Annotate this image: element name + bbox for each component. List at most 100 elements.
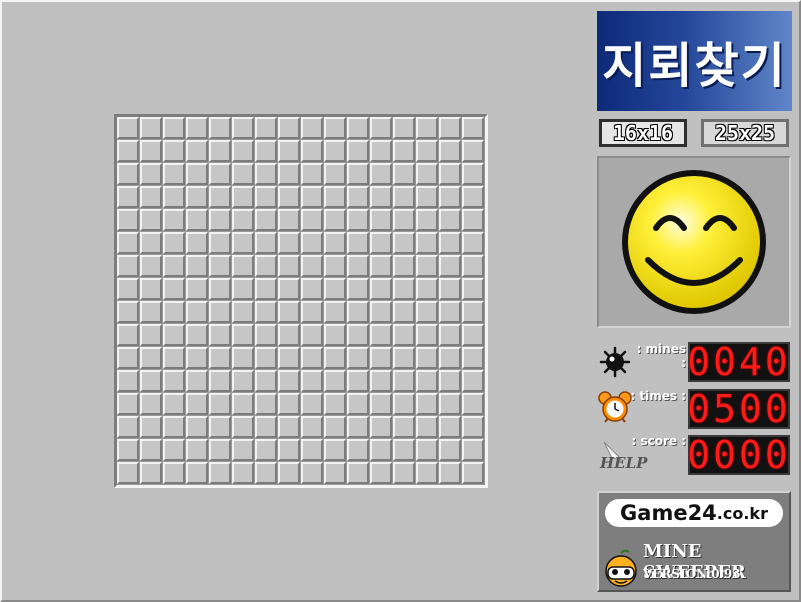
minefield-cell[interactable]: [393, 301, 415, 323]
minefield-cell[interactable]: [347, 416, 369, 438]
minefield-cell[interactable]: [393, 186, 415, 208]
minefield-cell[interactable]: [232, 370, 254, 392]
minefield-cell[interactable]: [186, 209, 208, 231]
minefield-cell[interactable]: [186, 439, 208, 461]
minefield-cell[interactable]: [416, 117, 438, 139]
minefield-cell[interactable]: [439, 255, 461, 277]
minefield-cell[interactable]: [301, 347, 323, 369]
minefield-cell[interactable]: [393, 163, 415, 185]
minefield-cell[interactable]: [416, 439, 438, 461]
minefield-cell[interactable]: [232, 324, 254, 346]
minefield-cell[interactable]: [255, 255, 277, 277]
minefield-cell[interactable]: [301, 370, 323, 392]
minefield-cell[interactable]: [393, 209, 415, 231]
minefield-cell[interactable]: [140, 301, 162, 323]
minefield-cell[interactable]: [117, 117, 139, 139]
minefield-cell[interactable]: [209, 347, 231, 369]
minefield-cell[interactable]: [439, 163, 461, 185]
minefield-cell[interactable]: [347, 439, 369, 461]
minefield-cell[interactable]: [278, 416, 300, 438]
minefield-cell[interactable]: [393, 255, 415, 277]
minefield-cell[interactable]: [416, 324, 438, 346]
minefield-cell[interactable]: [140, 347, 162, 369]
minefield-cell[interactable]: [117, 278, 139, 300]
minefield-cell[interactable]: [301, 301, 323, 323]
minefield-cell[interactable]: [117, 324, 139, 346]
minefield-cell[interactable]: [462, 255, 484, 277]
minefield-cell[interactable]: [439, 209, 461, 231]
minefield-cell[interactable]: [416, 163, 438, 185]
minefield-cell[interactable]: [462, 232, 484, 254]
minefield-cell[interactable]: [163, 370, 185, 392]
minefield-cell[interactable]: [140, 324, 162, 346]
minefield-cell[interactable]: [462, 140, 484, 162]
minefield-cell[interactable]: [278, 117, 300, 139]
minefield-cell[interactable]: [439, 324, 461, 346]
minefield-cell[interactable]: [370, 439, 392, 461]
minefield-cell[interactable]: [255, 140, 277, 162]
minefield-cell[interactable]: [209, 209, 231, 231]
minefield-cell[interactable]: [140, 186, 162, 208]
minefield-cell[interactable]: [140, 416, 162, 438]
minefield-cell[interactable]: [370, 163, 392, 185]
minefield-cell[interactable]: [140, 163, 162, 185]
minefield-cell[interactable]: [186, 117, 208, 139]
minefield-cell[interactable]: [255, 393, 277, 415]
minefield-cell[interactable]: [370, 324, 392, 346]
minefield-cell[interactable]: [370, 278, 392, 300]
minefield-cell[interactable]: [439, 347, 461, 369]
minefield-cell[interactable]: [393, 393, 415, 415]
minefield-cell[interactable]: [462, 347, 484, 369]
minefield-cell[interactable]: [416, 416, 438, 438]
minefield-cell[interactable]: [370, 209, 392, 231]
minefield-cell[interactable]: [393, 416, 415, 438]
minefield-cell[interactable]: [232, 255, 254, 277]
minefield-cell[interactable]: [278, 140, 300, 162]
minefield-cell[interactable]: [278, 232, 300, 254]
minefield-cell[interactable]: [439, 278, 461, 300]
minefield-cell[interactable]: [393, 117, 415, 139]
minefield-cell[interactable]: [462, 324, 484, 346]
minefield-cell[interactable]: [324, 117, 346, 139]
minefield-cell[interactable]: [186, 232, 208, 254]
minefield-cell[interactable]: [209, 255, 231, 277]
minefield-cell[interactable]: [439, 186, 461, 208]
board-size-16-button[interactable]: 16x16: [599, 119, 687, 147]
minefield-cell[interactable]: [232, 462, 254, 484]
minefield-cell[interactable]: [255, 278, 277, 300]
minefield-cell[interactable]: [347, 324, 369, 346]
minefield-cell[interactable]: [232, 301, 254, 323]
minefield-cell[interactable]: [462, 301, 484, 323]
minefield-cell[interactable]: [324, 324, 346, 346]
minefield-cell[interactable]: [301, 163, 323, 185]
minefield-cell[interactable]: [255, 347, 277, 369]
minefield-cell[interactable]: [347, 255, 369, 277]
minefield-cell[interactable]: [370, 347, 392, 369]
minefield-cell[interactable]: [347, 347, 369, 369]
board-size-25-button[interactable]: 25x25: [701, 119, 789, 147]
minefield-cell[interactable]: [140, 232, 162, 254]
minefield-cell[interactable]: [324, 301, 346, 323]
minefield-cell[interactable]: [324, 416, 346, 438]
minefield-cell[interactable]: [163, 416, 185, 438]
minefield-cell[interactable]: [324, 163, 346, 185]
minefield-cell[interactable]: [232, 416, 254, 438]
minefield-cell[interactable]: [324, 232, 346, 254]
minefield-cell[interactable]: [278, 186, 300, 208]
minefield-cell[interactable]: [278, 347, 300, 369]
minefield-cell[interactable]: [416, 186, 438, 208]
minefield-cell[interactable]: [186, 301, 208, 323]
minefield-cell[interactable]: [232, 186, 254, 208]
minefield-cell[interactable]: [324, 393, 346, 415]
minefield-cell[interactable]: [163, 163, 185, 185]
minefield-cell[interactable]: [278, 393, 300, 415]
minefield-cell[interactable]: [416, 140, 438, 162]
minefield-cell[interactable]: [347, 209, 369, 231]
minefield-cell[interactable]: [209, 462, 231, 484]
minefield-cell[interactable]: [301, 416, 323, 438]
minefield-cell[interactable]: [209, 416, 231, 438]
minefield-cell[interactable]: [186, 370, 208, 392]
minefield-cell[interactable]: [209, 439, 231, 461]
minefield-cell[interactable]: [393, 278, 415, 300]
minefield-cell[interactable]: [416, 370, 438, 392]
